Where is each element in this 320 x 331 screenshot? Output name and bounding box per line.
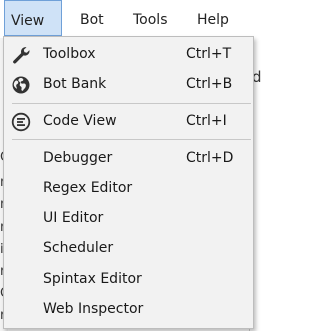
menu-item-label: Code View xyxy=(43,113,117,129)
menu-item-scheduler[interactable]: Scheduler xyxy=(4,234,253,264)
menu-item-shortcut: Ctrl+B xyxy=(186,76,233,92)
menu-item-shortcut: Ctrl+T xyxy=(186,46,232,62)
menu-item-regex-editor[interactable]: Regex Editor xyxy=(4,174,253,204)
menubar-tools[interactable]: Tools xyxy=(133,0,168,36)
menu-item-label: Bot Bank xyxy=(43,76,107,92)
menu-item-label: Spintax Editor xyxy=(43,271,142,287)
menu-item-shortcut: Ctrl+D xyxy=(186,150,234,166)
menu-item-label: Toolbox xyxy=(43,46,96,62)
view-menu-dropdown: Toolbox Ctrl+T Bot Bank Ctrl+B Code View… xyxy=(3,36,254,329)
menu-item-code-view[interactable]: Code View Ctrl+I xyxy=(4,107,253,137)
menu-item-shortcut: Ctrl+I xyxy=(186,113,227,129)
menu-item-label: Debugger xyxy=(43,150,113,166)
menu-item-label: Web Inspector xyxy=(43,301,144,317)
menu-item-label: Regex Editor xyxy=(43,180,133,196)
menu-item-debugger[interactable]: Debugger Ctrl+D xyxy=(4,144,253,174)
menu-item-web-inspector[interactable]: Web Inspector xyxy=(4,295,253,325)
code-view-icon xyxy=(11,112,31,132)
menu-item-ui-editor[interactable]: UI Editor xyxy=(4,204,253,234)
menu-separator xyxy=(12,103,251,104)
menu-item-label: Scheduler xyxy=(43,240,114,256)
menu-item-toolbox[interactable]: Toolbox Ctrl+T xyxy=(4,40,253,70)
menu-separator xyxy=(12,139,251,140)
globe-icon xyxy=(12,76,30,94)
menubar-view[interactable]: View xyxy=(4,0,62,36)
menu-item-label: UI Editor xyxy=(43,210,104,226)
menubar-help[interactable]: Help xyxy=(197,0,229,36)
menu-item-bot-bank[interactable]: Bot Bank Ctrl+B xyxy=(4,70,253,100)
menubar-bot[interactable]: Bot xyxy=(80,0,104,36)
menu-bar: View Bot Tools Help xyxy=(0,0,260,38)
wrench-icon xyxy=(13,47,30,64)
menu-item-spintax-editor[interactable]: Spintax Editor xyxy=(4,265,253,295)
